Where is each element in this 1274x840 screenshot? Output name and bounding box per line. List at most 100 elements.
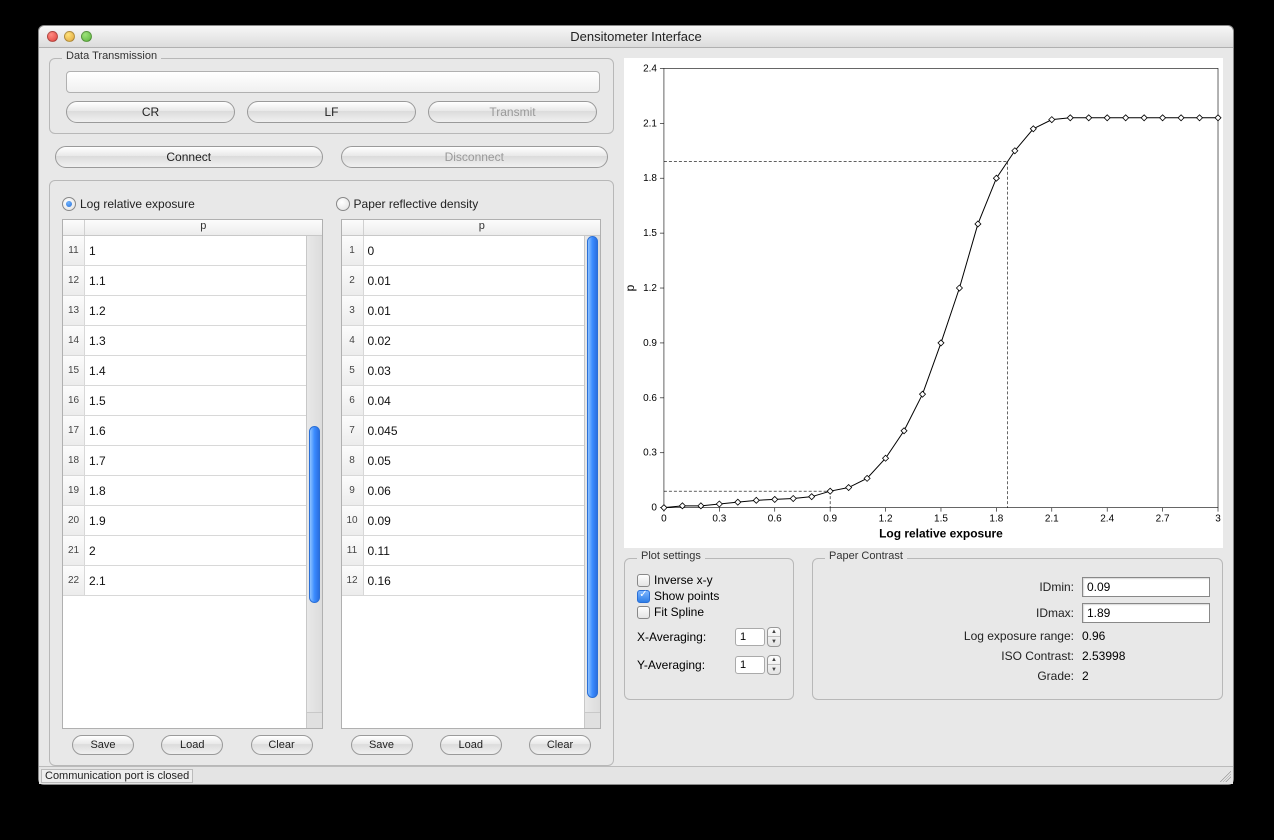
- idmax-input[interactable]: [1082, 603, 1210, 623]
- table-row[interactable]: 13 1.2: [63, 296, 306, 326]
- row-value[interactable]: 0.01: [364, 274, 585, 288]
- scroll-thumb[interactable]: [587, 236, 598, 698]
- scroll-thumb[interactable]: [309, 426, 320, 602]
- table-row[interactable]: 5 0.03: [342, 356, 585, 386]
- row-value[interactable]: 0.06: [364, 484, 585, 498]
- inverse-xy-checkbox[interactable]: Inverse x-y: [637, 573, 781, 587]
- table-row[interactable]: 21 2: [63, 536, 306, 566]
- table-row[interactable]: 3 0.01: [342, 296, 585, 326]
- svg-text:1.8: 1.8: [989, 514, 1003, 525]
- table-row[interactable]: 11 1: [63, 236, 306, 266]
- table-row[interactable]: 1 0: [342, 236, 585, 266]
- table-row[interactable]: 11 0.11: [342, 536, 585, 566]
- row-value[interactable]: 1.4: [85, 364, 306, 378]
- row-value[interactable]: 1.8: [85, 484, 306, 498]
- table-row[interactable]: 8 0.05: [342, 446, 585, 476]
- row-value[interactable]: 1.9: [85, 514, 306, 528]
- load-button-right[interactable]: Load: [440, 735, 502, 755]
- fit-spline-checkbox[interactable]: Fit Spline: [637, 605, 781, 619]
- idmin-input[interactable]: [1082, 577, 1210, 597]
- row-number: 22: [63, 566, 85, 595]
- svg-text:1.2: 1.2: [879, 514, 893, 525]
- row-number: 15: [63, 356, 85, 385]
- row-value[interactable]: 0.02: [364, 334, 585, 348]
- row-value[interactable]: 2.1: [85, 574, 306, 588]
- row-value[interactable]: 0.11: [364, 544, 585, 558]
- clear-button-left[interactable]: Clear: [251, 735, 313, 755]
- exposure-table[interactable]: p 11 1 12 1.1 13 1.2 14 1.3 15 1.4 16 1.…: [62, 219, 323, 729]
- table-row[interactable]: 4 0.02: [342, 326, 585, 356]
- save-button-left[interactable]: Save: [72, 735, 134, 755]
- log-exposure-radio[interactable]: Log relative exposure: [62, 197, 195, 211]
- y-averaging-input[interactable]: [735, 656, 765, 674]
- row-value[interactable]: 1.1: [85, 274, 306, 288]
- table-row[interactable]: 18 1.7: [63, 446, 306, 476]
- table-row[interactable]: 6 0.04: [342, 386, 585, 416]
- table-row[interactable]: 12 0.16: [342, 566, 585, 596]
- row-value[interactable]: 0.09: [364, 514, 585, 528]
- table-row[interactable]: 17 1.6: [63, 416, 306, 446]
- transmit-button[interactable]: Transmit: [428, 101, 597, 123]
- scroll-arrows-icon[interactable]: [306, 712, 322, 728]
- column-header: p: [364, 220, 601, 235]
- row-value[interactable]: 0.045: [364, 424, 585, 438]
- table-row[interactable]: 20 1.9: [63, 506, 306, 536]
- cr-button[interactable]: CR: [66, 101, 235, 123]
- lf-button[interactable]: LF: [247, 101, 416, 123]
- range-value: 0.96: [1082, 629, 1210, 643]
- row-value[interactable]: 1: [85, 244, 306, 258]
- table-row[interactable]: 19 1.8: [63, 476, 306, 506]
- svg-text:2.4: 2.4: [1100, 514, 1114, 525]
- table-row[interactable]: 9 0.06: [342, 476, 585, 506]
- row-value[interactable]: 0: [364, 244, 585, 258]
- disconnect-button[interactable]: Disconnect: [341, 146, 609, 168]
- row-number: 1: [342, 236, 364, 265]
- resize-grip-icon[interactable]: [1217, 768, 1231, 782]
- row-number: 2: [342, 266, 364, 295]
- table-row[interactable]: 12 1.1: [63, 266, 306, 296]
- paper-density-radio[interactable]: Paper reflective density: [336, 197, 479, 211]
- svg-text:2.1: 2.1: [1045, 514, 1059, 525]
- range-label: Log exposure range:: [825, 629, 1074, 643]
- row-value[interactable]: 0.01: [364, 304, 585, 318]
- status-text: Communication port is closed: [41, 769, 193, 783]
- table-row[interactable]: 22 2.1: [63, 566, 306, 596]
- scrollbar[interactable]: [584, 236, 600, 712]
- svg-text:0.9: 0.9: [823, 514, 837, 525]
- titlebar: Densitometer Interface: [39, 26, 1233, 48]
- row-number: 3: [342, 296, 364, 325]
- x-averaging-input[interactable]: [735, 628, 765, 646]
- scroll-arrows-icon[interactable]: [584, 712, 600, 728]
- table-row[interactable]: 2 0.01: [342, 266, 585, 296]
- connect-button[interactable]: Connect: [55, 146, 323, 168]
- row-value[interactable]: 0.03: [364, 364, 585, 378]
- table-row[interactable]: 14 1.3: [63, 326, 306, 356]
- density-table[interactable]: p 1 0 2 0.01 3 0.01 4 0.02 5 0.03 6 0.04: [341, 219, 602, 729]
- clear-button-right[interactable]: Clear: [529, 735, 591, 755]
- table-row[interactable]: 15 1.4: [63, 356, 306, 386]
- row-value[interactable]: 2: [85, 544, 306, 558]
- row-value[interactable]: 1.2: [85, 304, 306, 318]
- save-button-right[interactable]: Save: [351, 735, 413, 755]
- checkbox-icon: [637, 606, 650, 619]
- row-value[interactable]: 1.7: [85, 454, 306, 468]
- table-row[interactable]: 16 1.5: [63, 386, 306, 416]
- stepper-icon[interactable]: ▲▼: [767, 627, 781, 647]
- row-value[interactable]: 1.6: [85, 424, 306, 438]
- table-row[interactable]: 10 0.09: [342, 506, 585, 536]
- scrollbar[interactable]: [306, 236, 322, 712]
- table-row[interactable]: 7 0.045: [342, 416, 585, 446]
- row-value[interactable]: 0.04: [364, 394, 585, 408]
- row-value[interactable]: 1.3: [85, 334, 306, 348]
- load-button-left[interactable]: Load: [161, 735, 223, 755]
- row-value[interactable]: 1.5: [85, 394, 306, 408]
- grade-label: Grade:: [825, 669, 1074, 683]
- transmission-input[interactable]: [66, 71, 600, 93]
- row-value[interactable]: 0.05: [364, 454, 585, 468]
- show-points-checkbox[interactable]: Show points: [637, 589, 781, 603]
- stepper-icon[interactable]: ▲▼: [767, 655, 781, 675]
- checkbox-icon: [637, 590, 650, 603]
- idmax-label: IDmax:: [825, 606, 1074, 620]
- row-number: 11: [342, 536, 364, 565]
- row-value[interactable]: 0.16: [364, 574, 585, 588]
